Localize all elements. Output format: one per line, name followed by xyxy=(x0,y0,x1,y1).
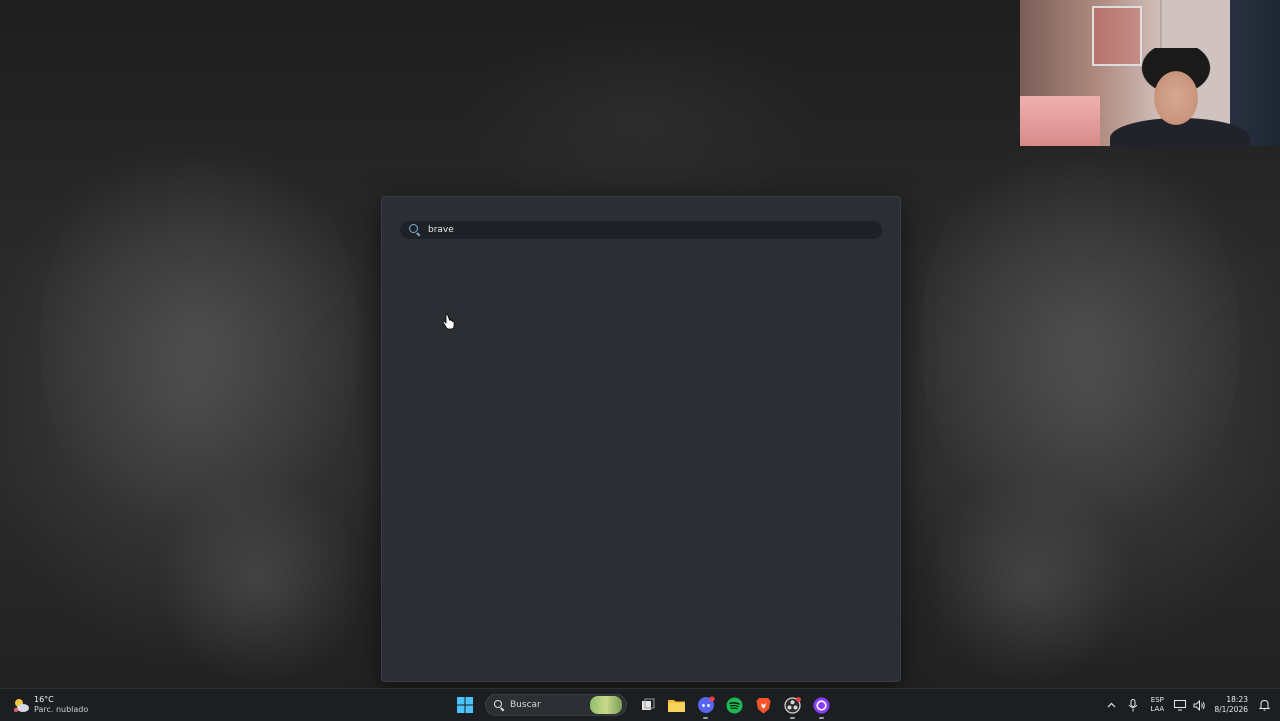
brave-lion-icon xyxy=(756,697,771,713)
show-hidden-icons-button[interactable] xyxy=(1100,689,1122,721)
taskbar-file-explorer[interactable] xyxy=(662,689,691,721)
task-view-button[interactable] xyxy=(633,689,662,721)
taskbar-search-label: Buscar xyxy=(510,700,541,710)
language-indicator[interactable]: ESP LAA xyxy=(1144,689,1170,721)
system-tray: ESP LAA 18:23 8/1/2026 xyxy=(1100,689,1272,721)
search-icon xyxy=(409,224,421,236)
wallpaper-figure-right xyxy=(920,130,1240,550)
wallpaper-figure-bottom-left xyxy=(150,480,370,680)
taskbar-spotify[interactable] xyxy=(720,689,749,721)
microphone-icon xyxy=(1128,698,1138,711)
chevron-up-icon xyxy=(1107,702,1116,708)
purple-circle-icon xyxy=(813,697,830,713)
search-icon xyxy=(494,699,505,711)
wallpaper-figure-bottom-right xyxy=(920,480,1140,680)
weather-temperature: 16°C xyxy=(34,695,54,704)
weather-widget[interactable]: 16°C Parc. nublado xyxy=(12,692,88,718)
microphone-button[interactable] xyxy=(1122,689,1144,721)
webcam-overlay xyxy=(1020,0,1280,146)
network-icon xyxy=(1174,699,1187,710)
launcher-search-box[interactable] xyxy=(400,221,882,239)
windows-logo-icon xyxy=(456,697,473,713)
taskbar: 16°C Parc. nublado Buscar ESP LAA 18:23 … xyxy=(0,688,1280,721)
taskbar-discord[interactable] xyxy=(691,689,720,721)
taskbar-purple-app[interactable] xyxy=(807,689,836,721)
taskbar-search-box[interactable]: Buscar xyxy=(485,694,627,716)
folder-icon xyxy=(668,700,685,712)
app-launcher-panel xyxy=(381,196,901,682)
launcher-search-input[interactable] xyxy=(428,222,882,238)
wallpaper-figure-left xyxy=(40,130,360,550)
webcam-person xyxy=(1128,48,1224,146)
weather-condition: Parc. nublado xyxy=(34,705,89,714)
webcam-bed xyxy=(1020,96,1100,146)
keyboard-layout: LAA xyxy=(1150,705,1165,713)
spotify-icon xyxy=(726,697,743,713)
task-view-icon xyxy=(641,698,654,710)
search-highlight-art xyxy=(590,696,622,714)
taskbar-center: Buscar xyxy=(450,689,836,721)
notifications-button[interactable] xyxy=(1256,689,1272,721)
partly-cloudy-icon xyxy=(12,696,30,714)
clock-time: 18:23 xyxy=(1226,695,1248,704)
volume-button[interactable] xyxy=(1190,689,1208,721)
taskbar-brave[interactable] xyxy=(749,689,778,721)
language-code: ESP xyxy=(1150,696,1164,704)
clock-date: 8/1/2026 xyxy=(1214,705,1248,714)
clock[interactable]: 18:23 8/1/2026 xyxy=(1214,689,1248,721)
speaker-icon xyxy=(1193,699,1205,711)
discord-icon xyxy=(697,696,715,713)
taskbar-obs[interactable] xyxy=(778,689,807,721)
network-button[interactable] xyxy=(1170,689,1190,721)
webcam-clothes xyxy=(1230,0,1280,146)
hand-pointer-cursor-icon xyxy=(442,314,455,330)
obs-icon xyxy=(784,696,801,714)
start-button[interactable] xyxy=(450,689,479,721)
notification-bell-icon xyxy=(1258,699,1270,711)
